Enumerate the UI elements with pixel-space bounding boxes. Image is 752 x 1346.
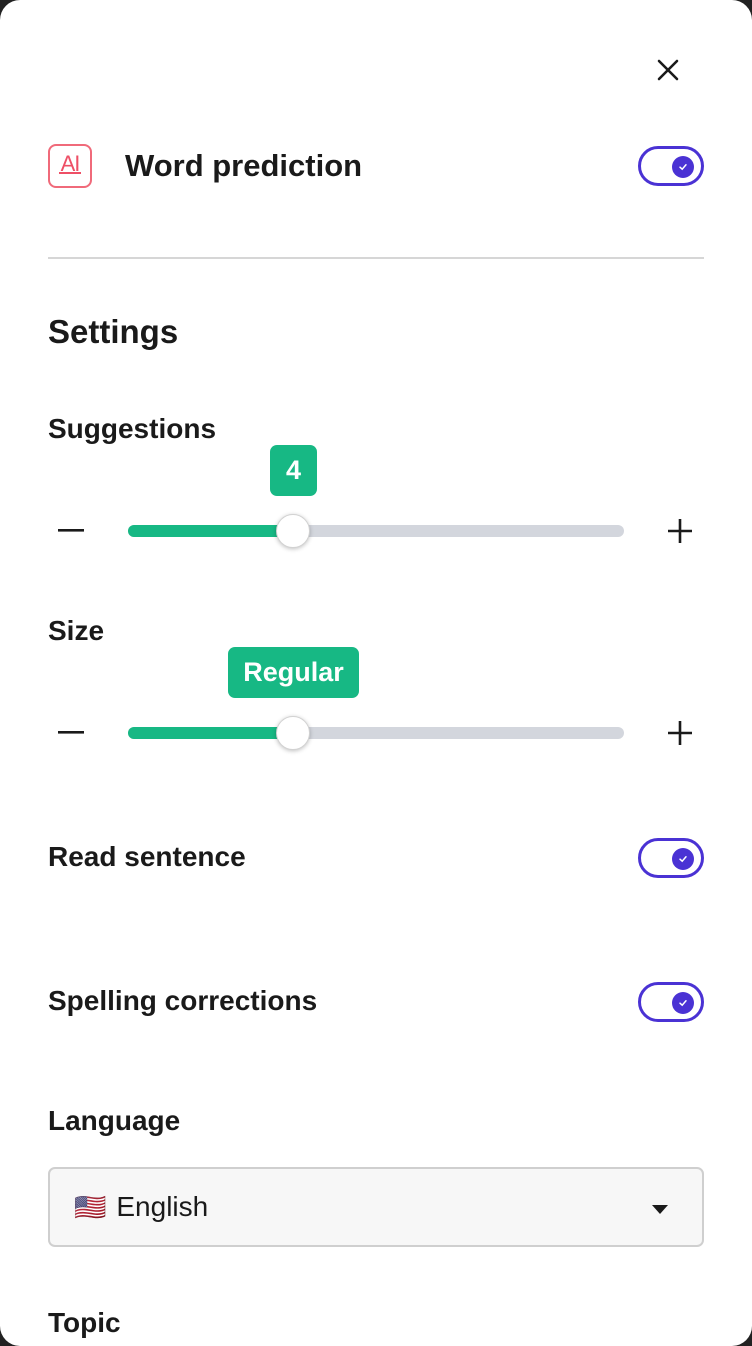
close-button[interactable] xyxy=(648,50,688,90)
spelling-corrections-toggle[interactable] xyxy=(638,982,704,1022)
size-decrease-button[interactable] xyxy=(51,713,91,753)
ai-text-icon: AI xyxy=(48,144,92,188)
suggestions-increase-button[interactable] xyxy=(660,511,700,551)
size-slider-fill xyxy=(128,727,294,739)
language-select[interactable]: 🇺🇸 English xyxy=(48,1167,704,1247)
size-value-bubble: Regular xyxy=(228,647,359,698)
word-prediction-toggle[interactable] xyxy=(638,146,704,186)
divider xyxy=(48,257,704,259)
close-icon xyxy=(657,59,679,81)
language-value: English xyxy=(116,1191,209,1222)
feature-title: Word prediction xyxy=(125,148,363,183)
size-slider-track[interactable] xyxy=(128,727,624,739)
read-sentence-label: Read sentence xyxy=(48,841,246,872)
suggestions-slider-fill xyxy=(128,525,294,537)
plus-icon xyxy=(668,721,692,745)
topic-label: Topic xyxy=(48,1307,121,1338)
suggestions-value-bubble: 4 xyxy=(270,445,317,496)
check-icon xyxy=(679,1000,687,1007)
plus-icon xyxy=(668,519,692,543)
size-value: Regular xyxy=(243,657,344,687)
check-icon xyxy=(679,164,687,171)
minus-icon xyxy=(58,731,84,734)
suggestions-slider-track[interactable] xyxy=(128,525,624,537)
language-label: Language xyxy=(48,1105,181,1136)
read-sentence-toggle[interactable] xyxy=(638,838,704,878)
word-prediction-panel: AI Word prediction Settings Suggestions … xyxy=(0,0,752,1346)
toggle-knob xyxy=(672,848,694,870)
minus-icon xyxy=(58,529,84,532)
check-icon xyxy=(679,856,687,863)
size-slider-thumb[interactable] xyxy=(276,716,311,750)
spelling-corrections-label: Spelling corrections xyxy=(48,985,318,1016)
suggestions-label: Suggestions xyxy=(48,413,217,444)
caret-down-icon xyxy=(652,1205,668,1214)
us-flag-icon: 🇺🇸 xyxy=(74,1191,107,1222)
feature-header: AI Word prediction xyxy=(48,143,704,189)
toggle-knob xyxy=(672,156,694,178)
settings-heading: Settings xyxy=(48,313,179,350)
suggestions-slider-thumb[interactable] xyxy=(276,514,311,548)
size-increase-button[interactable] xyxy=(660,713,700,753)
toggle-knob xyxy=(672,992,694,1014)
suggestions-decrease-button[interactable] xyxy=(51,511,91,551)
size-label: Size xyxy=(48,615,105,646)
suggestions-value: 4 xyxy=(285,455,302,485)
